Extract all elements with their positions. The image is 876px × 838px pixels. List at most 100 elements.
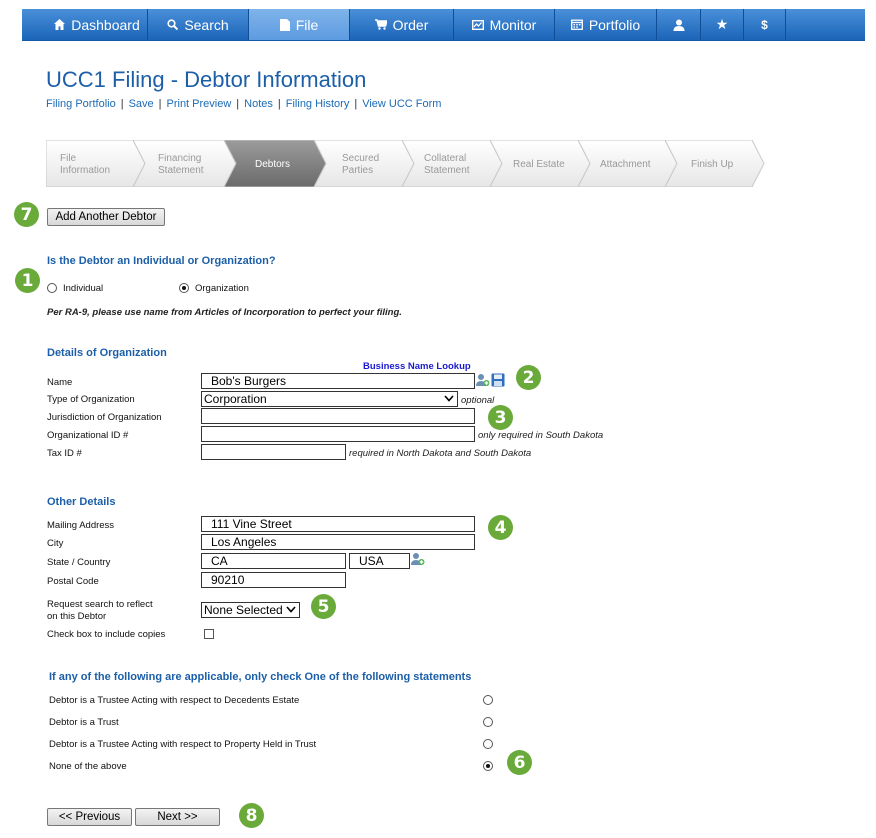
nav-label: Search	[184, 16, 229, 33]
statements-heading: If any of the following are applicable, …	[49, 671, 472, 683]
link-print-preview[interactable]: Print Preview	[167, 98, 232, 110]
cart-icon	[374, 19, 387, 30]
statement-radio-trust[interactable]	[483, 717, 493, 727]
organization-label: Organization	[195, 283, 249, 294]
org-type-select[interactable]: Corporation	[201, 391, 458, 407]
search-request-value: None Selected	[204, 603, 283, 617]
org-type-label: Type of Organization	[47, 394, 135, 405]
wizard-step-debtors[interactable]: Debtors	[255, 159, 290, 170]
nav-label: Monitor	[489, 16, 537, 33]
business-name-lookup-link[interactable]: Business Name Lookup	[363, 361, 471, 372]
nav-label: Order	[392, 16, 429, 33]
callout-badge-4: 4	[488, 515, 513, 540]
page-actions: Filing Portfolio | Save | Print Preview | N…	[46, 98, 442, 110]
jurisdiction-label: Jurisdiction of Organization	[47, 412, 162, 423]
callout-badge-1: 1	[15, 268, 40, 293]
page-title: UCC1 Filing - Debtor Information	[46, 67, 367, 92]
search-request-select[interactable]: None Selected	[201, 602, 300, 618]
callout-badge-6: 6	[507, 750, 532, 775]
callout-badge-2: 2	[516, 365, 541, 390]
wizard-steps: File Information Financing Statement Debto…	[46, 140, 765, 187]
statement-label: None of the above	[49, 761, 127, 772]
nav-search[interactable]: Search	[148, 9, 249, 40]
home-icon	[54, 19, 66, 30]
postal-code-label: Postal Code	[47, 576, 99, 587]
wizard-step-collateral-statement[interactable]: Collateral Statement	[424, 153, 470, 176]
name-label: Name	[47, 377, 73, 388]
user-icon	[673, 19, 684, 31]
link-notes[interactable]: Notes	[244, 98, 273, 110]
nav-file[interactable]: File	[249, 9, 350, 40]
search-request-label-line1: Request search to reflect	[47, 599, 153, 610]
org-id-hint: only required in South Dakota	[478, 430, 604, 441]
state-input[interactable]: CA	[201, 553, 346, 569]
monitor-icon	[471, 19, 484, 30]
org-id-input[interactable]	[201, 426, 475, 442]
nav-portfolio[interactable]: Portfolio	[555, 9, 657, 40]
debtor-type-question: Is the Debtor an Individual or Organizat…	[47, 255, 276, 267]
nav-label: File	[295, 16, 319, 33]
wizard-step-finish-up[interactable]: Finish Up	[691, 159, 734, 170]
statement-label: Debtor is a Trustee Acting with respect …	[49, 695, 300, 706]
statement-radio-property-held-in-trust[interactable]	[483, 739, 493, 749]
city-label: City	[47, 538, 64, 549]
nav-order[interactable]: Order	[350, 9, 454, 40]
city-input[interactable]: Los Angeles	[201, 534, 475, 550]
nav-user[interactable]	[657, 9, 701, 40]
link-filing-history[interactable]: Filing History	[286, 98, 350, 110]
nav-label: Dashboard	[71, 16, 140, 33]
link-view-ucc-form[interactable]: View UCC Form	[362, 98, 441, 110]
chevron-down-icon	[444, 395, 454, 402]
postal-code-input[interactable]: 90210	[201, 572, 346, 588]
main-nav: Dashboard Search File Order Monitor Port…	[22, 9, 865, 41]
other-details-heading: Other Details	[47, 496, 116, 508]
previous-button[interactable]: << Previous	[47, 808, 132, 826]
jurisdiction-input[interactable]	[201, 408, 475, 424]
statement-label: Debtor is a Trust	[49, 717, 119, 728]
nav-label: Portfolio	[588, 16, 641, 33]
wizard-step-attachment[interactable]: Attachment	[600, 159, 651, 170]
user-lookup-icon[interactable]	[476, 373, 490, 387]
add-another-debtor-button[interactable]: Add Another Debtor	[47, 208, 165, 226]
file-icon	[279, 18, 290, 31]
org-type-hint: optional	[461, 395, 495, 406]
nav-monitor[interactable]: Monitor	[454, 9, 555, 40]
wizard-step-real-estate[interactable]: Real Estate	[513, 159, 565, 170]
include-copies-checkbox[interactable]	[204, 629, 214, 639]
ra9-note: Per RA-9, please use name from Articles …	[47, 307, 402, 318]
tax-id-label: Tax ID #	[47, 448, 82, 459]
search-icon	[167, 19, 179, 30]
callout-badge-7: 7	[14, 202, 39, 227]
country-input[interactable]: USA	[349, 553, 410, 569]
organization-radio[interactable]	[179, 283, 189, 293]
individual-label: Individual	[63, 283, 104, 294]
search-request-label-line2: on this Debtor	[47, 611, 107, 622]
callout-badge-3: 3	[488, 405, 513, 430]
country-lookup-icon[interactable]	[411, 552, 425, 566]
callout-badge-8: 8	[239, 803, 264, 828]
save-disk-icon[interactable]	[491, 373, 505, 387]
copies-label: Check box to include copies	[47, 629, 166, 640]
statement-radio-none-of-the-above[interactable]	[483, 761, 493, 771]
state-country-label: State / Country	[47, 557, 111, 568]
wizard-step-financing-statement[interactable]: Financing Statement	[158, 153, 204, 176]
statement-radio-decedents-estate[interactable]	[483, 695, 493, 705]
tax-id-input[interactable]	[201, 444, 346, 460]
nav-billing[interactable]: $	[744, 9, 786, 40]
chevron-down-icon	[286, 606, 296, 613]
tax-id-hint: required in North Dakota and South Dakot…	[349, 448, 532, 459]
org-details-heading: Details of Organization	[47, 347, 167, 359]
mailing-address-input[interactable]: 111 Vine Street	[201, 516, 475, 532]
statement-label: Debtor is a Trustee Acting with respect …	[49, 739, 317, 750]
individual-radio[interactable]	[47, 283, 57, 293]
nav-dashboard[interactable]: Dashboard	[47, 9, 148, 40]
nav-favorites[interactable]: ★	[701, 9, 744, 40]
org-id-label: Organizational ID #	[47, 430, 129, 441]
next-button[interactable]: Next >>	[135, 808, 220, 826]
callout-badge-5: 5	[311, 594, 336, 619]
mailing-address-label: Mailing Address	[47, 520, 115, 531]
org-type-value: Corporation	[204, 392, 267, 406]
name-input[interactable]: Bob's Burgers	[201, 373, 475, 389]
link-filing-portfolio[interactable]: Filing Portfolio	[46, 98, 116, 110]
link-save[interactable]: Save	[129, 98, 154, 110]
